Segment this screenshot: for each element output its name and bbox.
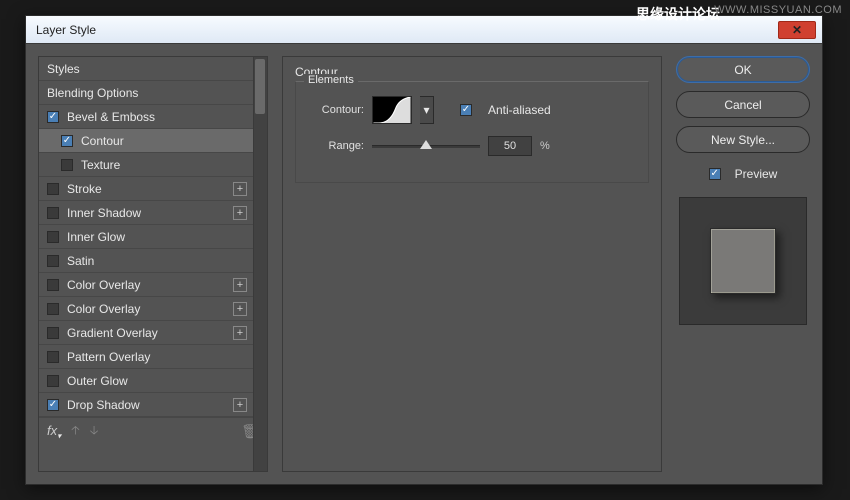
style-label: Color Overlay [67, 278, 140, 292]
fx-icon[interactable]: fx▾ [47, 423, 61, 441]
checkbox-stroke[interactable] [47, 183, 59, 195]
watermark-cn: 思缘设计论坛 [636, 4, 720, 24]
close-button[interactable]: ✕ [778, 21, 816, 39]
add-stroke-button[interactable]: + [233, 182, 247, 196]
styles-footer: fx▾ 🡡 🡣 🗑 [39, 417, 267, 445]
style-row-bevel-emboss[interactable]: Bevel & Emboss [39, 105, 267, 129]
checkbox-pattern-overlay[interactable] [47, 351, 59, 363]
style-row-outer-glow[interactable]: Outer Glow [39, 369, 267, 393]
checkbox-gradient-overlay[interactable] [47, 327, 59, 339]
settings-panel: Contour Elements Contour: ▾ Anti-aliased… [282, 56, 662, 472]
checkbox-contour[interactable] [61, 135, 73, 147]
style-label: Texture [81, 158, 120, 172]
chevron-down-icon: ▾ [423, 103, 429, 117]
checkbox-drop-shadow[interactable] [47, 399, 59, 411]
style-row-color-overlay-1[interactable]: Color Overlay + [39, 273, 267, 297]
slider-thumb[interactable] [420, 140, 432, 149]
layer-style-dialog: Layer Style ✕ Styles Blending Options Be… [25, 15, 823, 485]
ok-button[interactable]: OK [676, 56, 810, 83]
close-icon: ✕ [792, 23, 802, 37]
elements-group: Elements Contour: ▾ Anti-aliased Range: [295, 81, 649, 183]
style-label: Bevel & Emboss [67, 110, 155, 124]
contour-label: Contour: [308, 104, 364, 116]
preview-box [679, 197, 807, 325]
watermark-url: WWW.MISSYUAN.COM [714, 4, 842, 16]
style-row-drop-shadow[interactable]: Drop Shadow + [39, 393, 267, 417]
style-label: Outer Glow [67, 374, 128, 388]
style-row-texture[interactable]: Texture [39, 153, 267, 177]
checkbox-bevel-emboss[interactable] [47, 111, 59, 123]
checkbox-preview[interactable] [709, 168, 721, 180]
style-label: Contour [81, 134, 124, 148]
new-style-button[interactable]: New Style... [676, 126, 810, 153]
move-up-icon[interactable]: 🡡 [71, 421, 80, 442]
contour-dropdown[interactable]: ▾ [420, 96, 434, 124]
style-label: Satin [67, 254, 94, 268]
styles-header[interactable]: Styles [39, 57, 267, 81]
style-row-inner-glow[interactable]: Inner Glow [39, 225, 267, 249]
style-label: Inner Shadow [67, 206, 141, 220]
checkbox-color-overlay-1[interactable] [47, 279, 59, 291]
contour-picker[interactable] [372, 96, 412, 124]
move-down-icon[interactable]: 🡣 [90, 421, 99, 442]
scrollbar[interactable] [253, 57, 267, 471]
blending-options-label: Blending Options [47, 86, 138, 100]
action-panel: OK Cancel New Style... Preview [676, 56, 810, 472]
checkbox-satin[interactable] [47, 255, 59, 267]
add-inner-shadow-button[interactable]: + [233, 206, 247, 220]
dialog-title: Layer Style [36, 23, 96, 37]
range-unit: % [540, 140, 550, 152]
style-label: Drop Shadow [67, 398, 140, 412]
range-slider[interactable] [372, 138, 480, 154]
style-row-contour[interactable]: Contour [39, 129, 267, 153]
style-label: Pattern Overlay [67, 350, 150, 364]
style-row-color-overlay-2[interactable]: Color Overlay + [39, 297, 267, 321]
styles-header-label: Styles [47, 62, 80, 76]
checkbox-outer-glow[interactable] [47, 375, 59, 387]
style-label: Inner Glow [67, 230, 125, 244]
scrollbar-thumb[interactable] [255, 59, 265, 114]
preview-label: Preview [735, 167, 778, 181]
preview-swatch [710, 228, 776, 294]
checkbox-color-overlay-2[interactable] [47, 303, 59, 315]
style-row-inner-shadow[interactable]: Inner Shadow + [39, 201, 267, 225]
style-row-satin[interactable]: Satin [39, 249, 267, 273]
style-label: Color Overlay [67, 302, 140, 316]
add-drop-shadow-button[interactable]: + [233, 398, 247, 412]
range-input[interactable] [488, 136, 532, 156]
add-gradient-overlay-button[interactable]: + [233, 326, 247, 340]
range-label: Range: [308, 140, 364, 152]
checkbox-inner-shadow[interactable] [47, 207, 59, 219]
style-label: Gradient Overlay [67, 326, 158, 340]
add-color-overlay-1-button[interactable]: + [233, 278, 247, 292]
add-color-overlay-2-button[interactable]: + [233, 302, 247, 316]
elements-group-label: Elements [304, 74, 358, 86]
cancel-button[interactable]: Cancel [676, 91, 810, 118]
blending-options-row[interactable]: Blending Options [39, 81, 267, 105]
checkbox-inner-glow[interactable] [47, 231, 59, 243]
style-row-gradient-overlay[interactable]: Gradient Overlay + [39, 321, 267, 345]
style-label: Stroke [67, 182, 102, 196]
checkbox-antialiased[interactable] [460, 104, 472, 116]
checkbox-texture[interactable] [61, 159, 73, 171]
style-row-stroke[interactable]: Stroke + [39, 177, 267, 201]
antialiased-label: Anti-aliased [488, 103, 551, 117]
style-row-pattern-overlay[interactable]: Pattern Overlay [39, 345, 267, 369]
styles-panel: Styles Blending Options Bevel & Emboss C… [38, 56, 268, 472]
styles-list: Styles Blending Options Bevel & Emboss C… [38, 56, 268, 472]
